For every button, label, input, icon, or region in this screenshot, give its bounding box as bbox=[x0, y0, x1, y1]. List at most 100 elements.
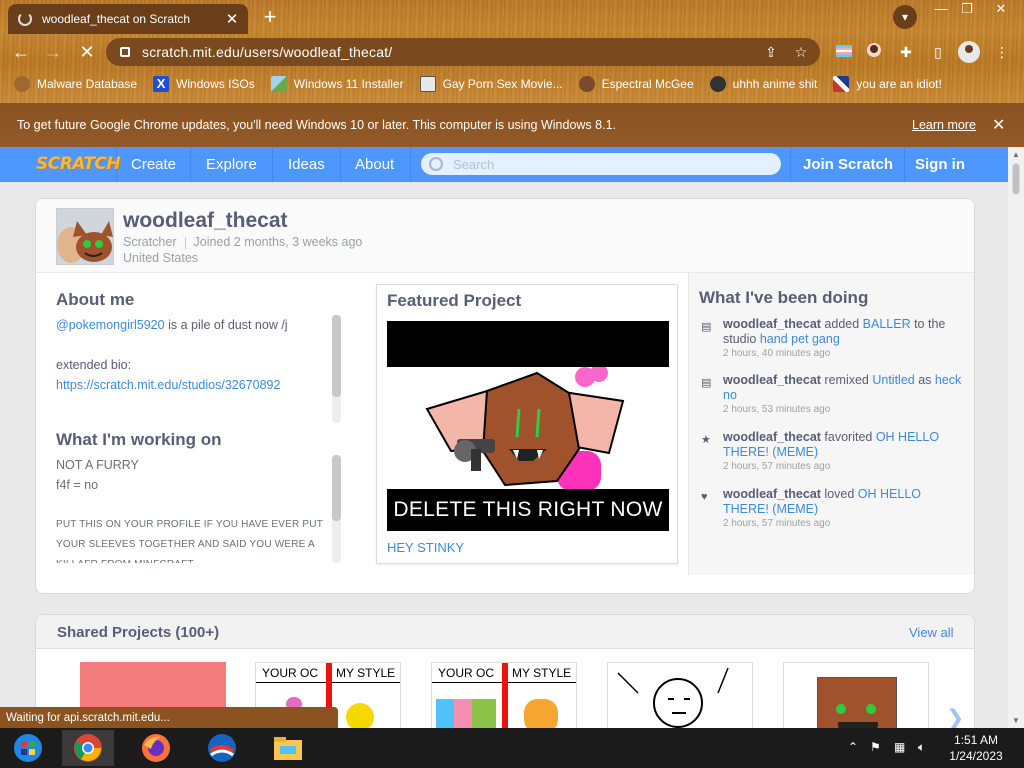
avatar-icon bbox=[709, 76, 726, 92]
tab-close-icon[interactable]: ✕ bbox=[222, 10, 242, 28]
bookmark-item[interactable]: Espectral McGee bbox=[578, 76, 694, 92]
tab-title: woodleaf_thecat on Scratch bbox=[42, 12, 191, 26]
bookmark-item[interactable]: uhhh anime shit bbox=[709, 76, 817, 92]
taskbar-app-globe[interactable] bbox=[196, 730, 248, 766]
browser-toolbar: woodleaf_thecat on Scratch ✕ + ▾ — ❐ ✕ ←… bbox=[0, 0, 1024, 103]
studio-link[interactable]: https://scratch.mit.edu/studios/32670892 bbox=[56, 378, 280, 392]
start-button[interactable] bbox=[2, 730, 54, 766]
activity-user[interactable]: woodleaf_thecat bbox=[723, 373, 821, 387]
forward-button[interactable]: → bbox=[42, 41, 64, 63]
bookmark-star-icon[interactable]: ☆ bbox=[790, 44, 812, 61]
profile-role: Scratcher bbox=[123, 235, 177, 249]
tab-search-button[interactable]: ▾ bbox=[893, 5, 917, 29]
activity-target-link[interactable]: Untitled bbox=[872, 373, 914, 387]
about-me-scrollbar[interactable] bbox=[332, 315, 341, 423]
taskbar-firefox[interactable] bbox=[130, 730, 182, 766]
profile-joined: Joined 2 months, 3 weeks ago bbox=[193, 235, 363, 249]
activity-time: 2 hours, 57 minutes ago bbox=[723, 518, 831, 529]
bookmark-item[interactable]: Windows 11 Installer bbox=[270, 76, 404, 92]
activity-user[interactable]: woodleaf_thecat bbox=[723, 430, 821, 444]
mention-link[interactable]: @pokemongirl5920 bbox=[56, 318, 165, 332]
back-button[interactable]: ← bbox=[10, 41, 32, 63]
project-thumbnail[interactable]: YOUR OC MY STYLE bbox=[431, 662, 577, 728]
learn-more-link[interactable]: Learn more bbox=[912, 118, 976, 132]
activity-action: loved bbox=[820, 487, 858, 501]
scratch-search-input[interactable]: Search bbox=[421, 153, 781, 175]
scratch-logo[interactable]: SCRATCH bbox=[36, 154, 121, 174]
nav-ideas[interactable]: Ideas bbox=[288, 147, 325, 182]
nav-create[interactable]: Create bbox=[131, 147, 176, 182]
bookmark-item[interactable]: Gay Porn Sex Movie... bbox=[419, 76, 563, 92]
clock-date: 1/24/2023 bbox=[949, 749, 1003, 763]
sign-in-link[interactable]: Sign in bbox=[915, 147, 965, 182]
extension-flag-icon[interactable] bbox=[834, 42, 854, 62]
about-scroll-thumb[interactable] bbox=[332, 315, 341, 397]
working-on-scrollbar[interactable] bbox=[332, 455, 341, 563]
share-icon[interactable]: ⇪ bbox=[760, 44, 782, 61]
join-scratch-link[interactable]: Join Scratch bbox=[803, 147, 893, 182]
page-scrollbar[interactable]: ▲ ▼ bbox=[1008, 147, 1024, 728]
about-line-rest: is a pile of dust now /j bbox=[164, 318, 288, 332]
action-center-flag-icon[interactable]: ⚑ bbox=[870, 740, 881, 754]
lock-icon[interactable] bbox=[120, 47, 130, 57]
taskbar-clock[interactable]: 1:51 AM 1/24/2023 bbox=[940, 732, 1012, 764]
infobar-close-icon[interactable]: ✕ bbox=[992, 115, 1005, 135]
new-tab-button[interactable]: + bbox=[258, 6, 282, 30]
browser-status-bubble: Waiting for api.scratch.mit.edu... bbox=[0, 707, 338, 729]
nav-divider bbox=[340, 147, 341, 182]
address-bar[interactable]: scratch.mit.edu/users/woodleaf_thecat/ ⇪… bbox=[106, 38, 820, 66]
profile-username: woodleaf_thecat bbox=[123, 209, 288, 232]
featured-project-thumbnail[interactable]: DELETE THIS RIGHT NOW bbox=[387, 321, 669, 531]
chrome-menu-icon[interactable]: ⋮ bbox=[992, 42, 1012, 62]
scroll-up-arrow-icon[interactable]: ▲ bbox=[1012, 150, 1020, 159]
bookmark-item[interactable]: X Windows ISOs bbox=[153, 76, 255, 92]
window-close-button[interactable]: ✕ bbox=[988, 1, 1014, 17]
taskbar-chrome[interactable] bbox=[62, 730, 114, 766]
extensions-puzzle-icon[interactable]: ✚ bbox=[896, 42, 916, 62]
globe-icon bbox=[14, 76, 30, 92]
side-panel-icon[interactable]: ▯ bbox=[928, 42, 948, 62]
bookmark-item[interactable]: Malware Database bbox=[14, 76, 137, 92]
working-scroll-thumb[interactable] bbox=[332, 455, 341, 521]
working-upper-1: PUT THIS ON YOUR PROFILE IF YOU HAVE EVE… bbox=[56, 519, 324, 530]
project-thumbnail[interactable] bbox=[607, 662, 753, 728]
activity-target-link[interactable]: BALLER bbox=[863, 317, 911, 331]
x-logo-icon: X bbox=[153, 76, 170, 92]
minimize-button[interactable]: — bbox=[928, 1, 954, 17]
project-thumbnail[interactable] bbox=[783, 662, 929, 728]
nav-divider bbox=[116, 147, 117, 182]
activity-time: 2 hours, 57 minutes ago bbox=[723, 461, 831, 472]
bookmark-item[interactable]: you are an idiot! bbox=[833, 76, 942, 92]
about-me-title: About me bbox=[56, 290, 135, 309]
activity-user[interactable]: woodleaf_thecat bbox=[723, 487, 821, 501]
scrollbar-thumb[interactable] bbox=[1012, 163, 1020, 195]
nav-about[interactable]: About bbox=[355, 147, 394, 182]
image-icon bbox=[270, 76, 287, 92]
view-all-link[interactable]: View all bbox=[909, 625, 954, 640]
restore-button[interactable]: ❐ bbox=[954, 1, 980, 17]
activity-user[interactable]: woodleaf_thecat bbox=[723, 317, 821, 331]
stop-loading-button[interactable]: ✕ bbox=[76, 41, 98, 63]
volume-icon[interactable]: 🔈︎ bbox=[918, 740, 925, 755]
featured-project-link[interactable]: HEY STINKY bbox=[387, 540, 464, 555]
profile-avatar-icon[interactable] bbox=[958, 41, 980, 63]
nav-explore[interactable]: Explore bbox=[206, 147, 257, 182]
activity-time: 2 hours, 53 minutes ago bbox=[723, 404, 831, 415]
carousel-next-icon[interactable]: ❯ bbox=[946, 705, 964, 728]
scroll-down-arrow-icon[interactable]: ▼ bbox=[1012, 716, 1020, 725]
browser-tab[interactable]: woodleaf_thecat on Scratch ✕ bbox=[8, 4, 248, 34]
extension-avatar-icon[interactable] bbox=[864, 42, 884, 62]
activity-middle: as bbox=[914, 373, 935, 387]
working-on-text[interactable]: NOT A FURRY f4f = no PUT THIS ON YOUR PR… bbox=[56, 455, 326, 563]
oc-drawing bbox=[524, 699, 558, 728]
flag-icon bbox=[833, 76, 850, 92]
nav-divider bbox=[904, 147, 905, 182]
heart-icon: ♥ bbox=[701, 491, 708, 503]
tray-overflow-icon[interactable]: ⌃ bbox=[848, 740, 858, 754]
taskbar-file-explorer[interactable] bbox=[262, 730, 314, 766]
avatar[interactable] bbox=[56, 208, 114, 265]
activity-target2-link[interactable]: hand pet gang bbox=[760, 332, 840, 346]
extended-bio-label: extended bio: bbox=[56, 358, 132, 372]
about-me-text[interactable]: @pokemongirl5920 is a pile of dust now /… bbox=[56, 315, 326, 395]
network-icon[interactable]: ▦ bbox=[894, 740, 905, 754]
